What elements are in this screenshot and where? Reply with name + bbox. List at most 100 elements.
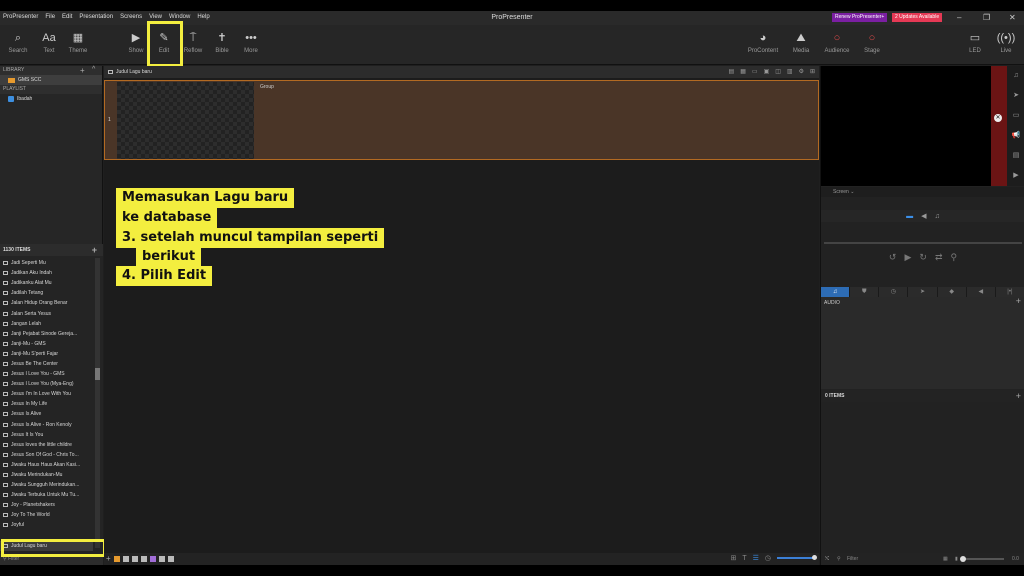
list-item[interactable]: Janji-Mu S'perti Fajar [0, 349, 93, 359]
list-item[interactable]: Janji Pejabat Sinode Gereja... [0, 329, 93, 339]
volume-slider[interactable] [962, 558, 1004, 560]
list-item[interactable]: Janji-Mu - GMS [0, 339, 93, 349]
list-item[interactable]: Jesus Is Alive - Ron Kenoly [0, 420, 93, 430]
playlist-item-ibadah[interactable]: Ibadah [0, 94, 102, 104]
theme-button[interactable]: ▦ Theme [61, 28, 95, 62]
list-item[interactable]: Jesus Is Alive [0, 409, 93, 419]
add-item-icon[interactable]: + [92, 244, 97, 256]
list-item[interactable]: Jesus Be The Center [0, 359, 93, 369]
live-button[interactable]: ((•)) Live [989, 28, 1023, 62]
library-item-gms-scc[interactable]: GMS SCC [0, 75, 102, 85]
list-item[interactable]: Jesus I Love You - GMS [0, 369, 93, 379]
notes-icon[interactable]: ▣ [764, 66, 770, 78]
updates-badge[interactable]: 2 Updates Available [892, 13, 943, 22]
library-add-icon[interactable]: + [80, 66, 85, 75]
slide-thumbnail[interactable] [117, 82, 254, 159]
list-item[interactable]: Jesus Son Of God - Chris To... [0, 450, 93, 460]
zoom-slider-knob[interactable] [812, 555, 817, 560]
send-tab-icon[interactable]: ➤ [908, 287, 938, 297]
audio-tab-icon[interactable]: ♫ [935, 213, 940, 220]
timeline-icon[interactable]: ▥ [787, 66, 793, 78]
grid-view-icon[interactable]: ⊞ [730, 554, 736, 562]
list-item[interactable]: Jalan Serta Yesus [0, 308, 93, 318]
list-item[interactable]: Jadikanku Alat Mu [0, 278, 93, 288]
audio-add-icon[interactable]: + [1016, 297, 1021, 306]
list-item[interactable]: Jiwaku Terbuka Untuk Mu Tu... [0, 490, 93, 500]
video-tab-icon[interactable]: ▬ [906, 213, 913, 220]
add-slide-icon[interactable]: + [106, 554, 111, 563]
list-item[interactable]: Jiwaku Merindukan-Mu [0, 470, 93, 480]
renew-button[interactable]: Renew ProPresenter+ [832, 13, 888, 22]
text-view-icon[interactable]: T [742, 555, 746, 562]
group-color-gray-icon[interactable] [158, 555, 165, 562]
monitor-icon[interactable]: ▭ [1007, 106, 1024, 126]
forward-icon[interactable]: ↻ [919, 252, 927, 263]
right-filter-input[interactable]: Filter [847, 553, 858, 565]
search-button[interactable]: ⌕ Search [1, 28, 35, 62]
procontent-button[interactable]: ◕ ProContent [746, 28, 780, 62]
group-color-gray-icon[interactable] [122, 555, 129, 562]
list-item[interactable]: Jiwaku Haus Haus Akan Kasi... [0, 460, 93, 470]
mic-tab-icon[interactable]: ◆ [937, 287, 967, 297]
group-color-orange-icon[interactable] [113, 555, 120, 562]
slide-group-row[interactable]: 1 Group [104, 80, 819, 160]
list-item[interactable]: Jesus In My Life [0, 399, 93, 409]
loop-icon[interactable]: ⇄ [935, 252, 943, 263]
rewind-icon[interactable]: ↺ [889, 252, 897, 263]
list-view-icon[interactable]: ☰ [753, 554, 759, 562]
send-icon[interactable]: ➤ [1007, 86, 1024, 106]
media-button[interactable]: ⛰ Media [784, 28, 818, 62]
list-item[interactable]: Jadilah Tetang [0, 288, 93, 298]
list-item[interactable]: Jadi Seperti Mu [0, 258, 93, 268]
scrollbar-thumb[interactable] [95, 368, 100, 380]
group-color-gray-icon[interactable] [131, 555, 138, 562]
mute-icon[interactable]: ▮ [955, 553, 958, 565]
list-item[interactable]: Jesus I Love You (Mya-Eng) [0, 379, 93, 389]
music-tab-icon[interactable]: ♫ [821, 287, 851, 297]
grid-view-icon[interactable]: ⊞ [810, 66, 815, 78]
led-button[interactable]: ▭ LED [958, 28, 992, 62]
library-collapse-icon[interactable]: ^ [92, 66, 95, 73]
list-item[interactable]: Jadikan Aku Indah [0, 268, 93, 278]
group-color-gray-icon[interactable] [167, 555, 174, 562]
message-icon[interactable]: ▤ [1007, 146, 1024, 166]
stage-button[interactable]: ○ Stage [855, 28, 889, 62]
slide-icon[interactable]: ▭ [752, 66, 758, 78]
list-item[interactable]: Jesus It Is You [0, 430, 93, 440]
announce-tab-icon[interactable]: ◀ [921, 212, 926, 220]
video-icon[interactable]: ▶ [1007, 166, 1024, 186]
props-tab-icon[interactable]: ⛊ [850, 287, 880, 297]
list-item[interactable]: Joy - Planetshakers [0, 500, 93, 510]
clear-close-icon[interactable]: ✕ [994, 114, 1002, 122]
timer-tab-icon[interactable]: ◷ [879, 287, 909, 297]
settings-icon[interactable]: ⚙ [799, 66, 804, 78]
volume-slider-knob[interactable] [960, 556, 966, 562]
minimize-icon[interactable]: – [957, 13, 961, 23]
pin-icon[interactable]: ⚲ [950, 252, 957, 263]
announce-icon[interactable]: 📢 [1007, 126, 1024, 146]
list-item[interactable]: Joy To The World [0, 510, 93, 520]
list-item[interactable]: Jangan Lelah [0, 319, 93, 329]
audio-items-add-icon[interactable]: + [1016, 390, 1021, 402]
song-list-scrollbar[interactable] [95, 258, 100, 548]
list-item[interactable]: Jesus I'm In Love With You [0, 389, 93, 399]
more-button[interactable]: ••• More [234, 28, 268, 62]
shuffle-icon[interactable]: ⤭ [825, 553, 829, 565]
grid-icon[interactable]: ▦ [740, 66, 746, 78]
group-color-purple-icon[interactable] [149, 555, 156, 562]
announce-tab-icon[interactable]: ◀ [966, 287, 996, 297]
list-item[interactable]: Joyful [0, 520, 93, 530]
arrangement-icon[interactable]: ▤ [729, 66, 735, 78]
zoom-slider[interactable] [777, 555, 817, 560]
list-item[interactable]: Jalan Hidup Orang Benar [0, 298, 93, 308]
screen-selector[interactable]: Screen ⌄ [821, 187, 1024, 197]
close-icon[interactable]: ✕ [1009, 13, 1016, 23]
list-item[interactable]: Jesus loves the little childre [0, 440, 93, 450]
audience-button[interactable]: ○ Audience [820, 28, 854, 62]
music-icon[interactable]: ♫ [1007, 66, 1024, 86]
play-icon[interactable]: ▶ [904, 252, 911, 263]
list-item[interactable]: Jiwaku Sungguh Merindukan... [0, 480, 93, 490]
transport-progress[interactable] [824, 242, 1022, 244]
maximize-icon[interactable]: ❐ [983, 13, 990, 23]
group-color-gray-icon[interactable] [140, 555, 147, 562]
